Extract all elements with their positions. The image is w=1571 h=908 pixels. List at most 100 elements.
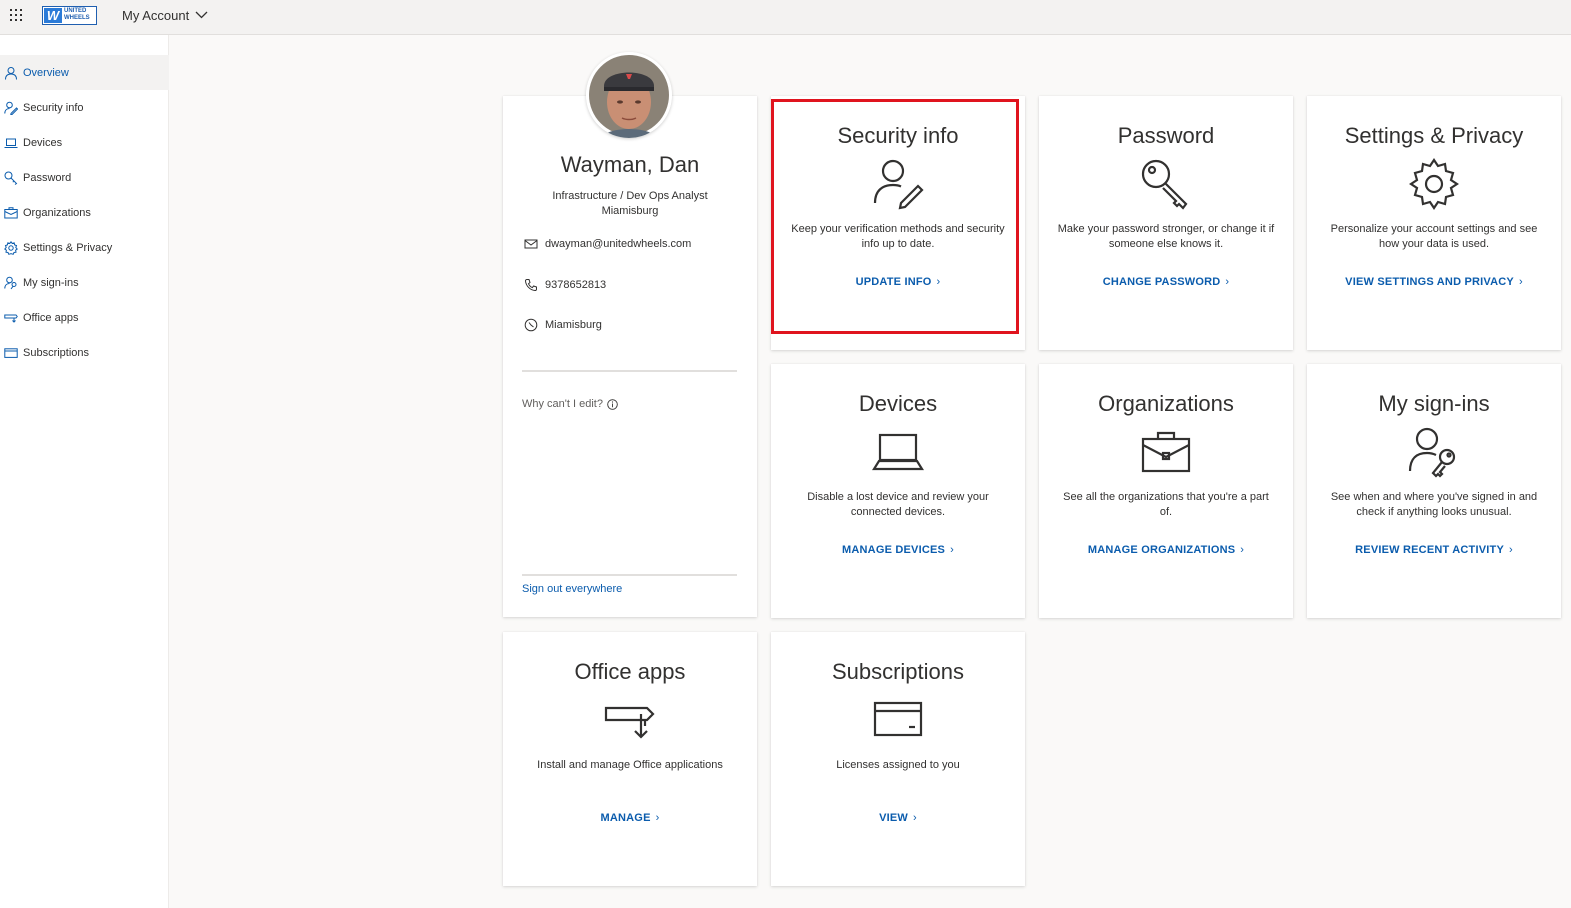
gear-icon: [1409, 158, 1459, 210]
tile-description: Personalize your account settings and se…: [1330, 223, 1538, 250]
link-label: REVIEW RECENT ACTIVITY: [1355, 544, 1504, 556]
tile-title: Subscriptions: [831, 659, 965, 684]
info-icon: [607, 398, 618, 410]
sidebar-item-settings-privacy[interactable]: Settings & Privacy: [0, 230, 169, 265]
job-location: Miamisburg: [601, 205, 659, 217]
chevron-right-icon: ›: [936, 276, 941, 288]
sidebar-nav: Overview Security info Devices Password …: [0, 55, 169, 370]
top-bar: W UNITED WHEELS My Account: [0, 0, 1571, 35]
manage-office-apps-link[interactable]: MANAGE ›: [503, 812, 757, 824]
devices-card: Devices Disable a lost device and review…: [771, 364, 1025, 618]
job-title: Infrastructure / Dev Ops Analyst: [552, 190, 708, 202]
sidebar-item-my-sign-ins[interactable]: My sign-ins: [0, 265, 169, 300]
logo-text: UNITED WHEELS: [64, 8, 90, 22]
logo-line2: WHEELS: [64, 15, 90, 21]
contact-email: dwayman@unitedwheels.com: [524, 236, 691, 252]
sidebar-item-label: Password: [23, 171, 72, 184]
company-logo[interactable]: W UNITED WHEELS: [42, 6, 97, 25]
gear-icon: [4, 240, 18, 255]
tile-description: Keep your verification methods and secur…: [791, 223, 1005, 250]
update-info-link[interactable]: UPDATE INFO ›: [771, 276, 1025, 288]
briefcase-icon: [1141, 431, 1191, 473]
tile-title: Devices: [858, 391, 938, 416]
sidebar-item-label: My sign-ins: [23, 276, 79, 289]
avatar: [586, 52, 672, 138]
profile-name: Wayman, Dan: [560, 152, 700, 177]
contact-office: Miamisburg: [524, 317, 602, 333]
review-recent-activity-link[interactable]: REVIEW RECENT ACTIVITY ›: [1307, 544, 1561, 556]
tile-description: Disable a lost device and review your co…: [807, 491, 989, 518]
phone-text: 9378652813: [545, 279, 607, 291]
sidebar-item-subscriptions[interactable]: Subscriptions: [0, 335, 169, 370]
laptop-icon: [4, 138, 18, 148]
tile-title: My sign-ins: [1378, 391, 1490, 416]
tile-description: Make your password stronger, or change i…: [1057, 223, 1275, 250]
view-subscriptions-link[interactable]: VIEW ›: [771, 812, 1025, 824]
tile-title: Organizations: [1098, 391, 1234, 416]
profile-photo: [586, 52, 672, 138]
person-key-icon: [1408, 427, 1456, 478]
logo-mark: W: [44, 8, 62, 23]
tile-description: See when and where you've signed in and …: [1330, 491, 1538, 518]
tile-title: Settings & Privacy: [1344, 123, 1524, 148]
view-settings-privacy-link[interactable]: VIEW SETTINGS AND PRIVACY ›: [1307, 276, 1561, 288]
manage-devices-link[interactable]: MANAGE DEVICES ›: [771, 544, 1025, 556]
person-edit-icon: [873, 159, 924, 210]
sidebar-item-label: Office apps: [23, 311, 79, 324]
chevron-right-icon: ›: [913, 812, 917, 824]
phone-icon: [524, 279, 537, 292]
link-label: MANAGE: [600, 812, 651, 824]
sidebar-item-security-info[interactable]: Security info: [0, 90, 169, 125]
chevron-right-icon: ›: [655, 812, 660, 824]
sidebar-item-office-apps[interactable]: Office apps: [0, 300, 169, 335]
person-key-icon: [4, 276, 17, 289]
app-title: My Account: [122, 7, 190, 23]
logo-line1: UNITED: [64, 8, 87, 14]
person-icon: [5, 66, 17, 80]
tile-title: Security info: [837, 123, 959, 148]
chevron-down-icon: [195, 11, 208, 19]
sidebar-item-label: Subscriptions: [23, 346, 90, 359]
settings-privacy-card: Settings & Privacy Personalize your acco…: [1307, 96, 1561, 350]
sidebar-item-label: Settings & Privacy: [23, 241, 113, 254]
briefcase-icon: [4, 206, 18, 218]
link-label: MANAGE ORGANIZATIONS: [1087, 544, 1236, 556]
link-label: VIEW: [879, 812, 909, 824]
tile-description: Install and manage Office applications: [537, 759, 723, 771]
sign-out-everywhere-link[interactable]: Sign out everywhere: [522, 583, 622, 595]
sidebar-item-overview[interactable]: Overview: [0, 55, 169, 90]
manage-organizations-link[interactable]: MANAGE ORGANIZATIONS ›: [1039, 544, 1293, 556]
organizations-card: Organizations See all the organizations …: [1039, 364, 1293, 618]
person-edit-icon: [4, 101, 18, 115]
tile-description: See all the organizations that you're a …: [1063, 491, 1269, 518]
tile-description: Licenses assigned to you: [836, 759, 960, 771]
mail-icon: [524, 239, 538, 249]
office-apps-icon: [604, 706, 655, 739]
password-card: Password Make your password stronger, or…: [1039, 96, 1293, 350]
office-text: Miamisburg: [545, 319, 602, 331]
sidebar-item-label: Devices: [23, 136, 63, 149]
sidebar-item-devices[interactable]: Devices: [0, 125, 169, 160]
security-info-card: Security info Keep your verification met…: [771, 96, 1025, 350]
key-icon: [1141, 159, 1188, 210]
tile-title: Password: [1117, 123, 1215, 148]
why-cant-edit-link[interactable]: Why can't I edit?: [522, 398, 618, 410]
why-edit-text: Why can't I edit?: [522, 398, 603, 410]
divider: [522, 370, 737, 372]
tile-title: Office apps: [574, 659, 686, 684]
profile-job-info: Infrastructure / Dev Ops Analyst Miamisb…: [503, 189, 757, 219]
change-password-link[interactable]: CHANGE PASSWORD ›: [1039, 276, 1293, 288]
my-account-menu[interactable]: My Account: [122, 7, 208, 23]
my-sign-ins-card: My sign-ins See when and where you've si…: [1307, 364, 1561, 618]
link-label: MANAGE DEVICES: [842, 544, 946, 556]
email-text: dwayman@unitedwheels.com: [545, 238, 692, 250]
sidebar-item-organizations[interactable]: Organizations: [0, 195, 169, 230]
office-apps-card: Office apps Install and manage Office ap…: [503, 632, 757, 886]
card-icon: [4, 347, 18, 358]
link-label: UPDATE INFO: [855, 276, 932, 288]
link-label: CHANGE PASSWORD: [1102, 276, 1221, 288]
app-launcher-icon[interactable]: [8, 7, 24, 23]
location-icon: [524, 318, 538, 332]
sidebar-item-password[interactable]: Password: [0, 160, 169, 195]
divider: [522, 574, 737, 576]
